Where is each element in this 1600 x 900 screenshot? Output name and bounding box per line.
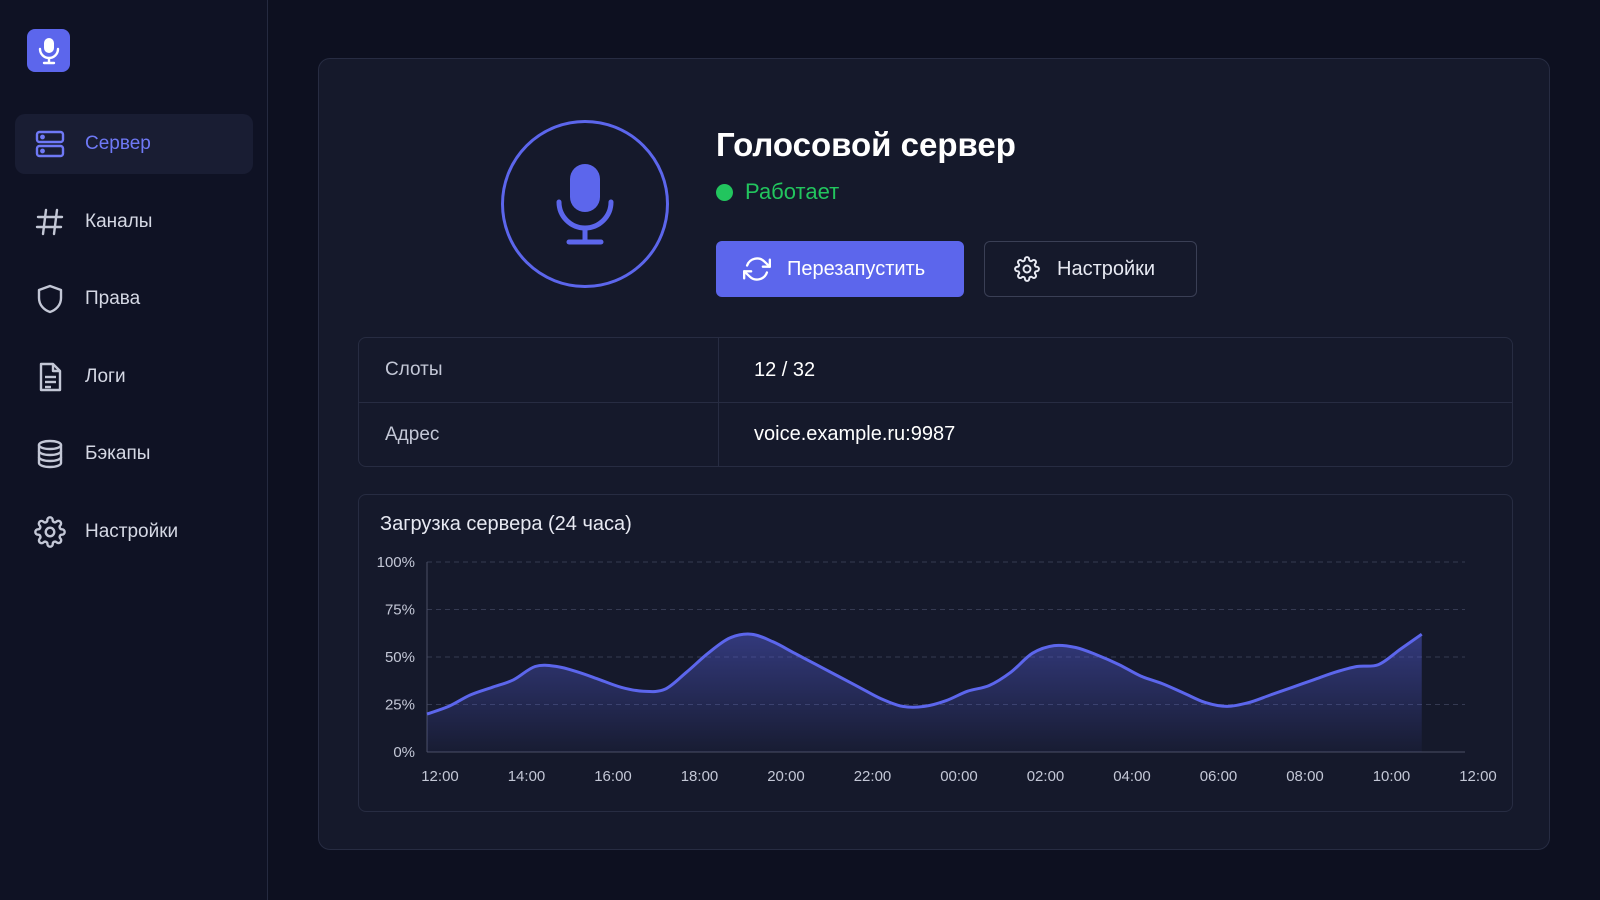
database-icon xyxy=(34,438,66,470)
page-title: Голосовой сервер xyxy=(716,126,1016,163)
x-tick-label: 02:00 xyxy=(1027,768,1065,785)
settings-label: Настройки xyxy=(1057,257,1156,280)
gear-icon xyxy=(34,515,66,548)
y-tick-label: 0% xyxy=(393,744,415,761)
sidebar-item-label: Настройки xyxy=(85,520,179,542)
info-row-address: Адрес voice.example.ru:9987 xyxy=(359,402,1512,466)
x-tick-label: 08:00 xyxy=(1286,768,1324,785)
sidebar: Сервер Каналы Права Логи Бэкапы Настройк… xyxy=(0,0,268,900)
x-tick-label: 20:00 xyxy=(767,768,805,785)
x-tick-label: 14:00 xyxy=(508,768,546,785)
gear-icon xyxy=(1013,255,1041,283)
server-icon xyxy=(34,128,66,160)
sidebar-item-label: Бэкапы xyxy=(85,443,151,464)
x-tick-label: 06:00 xyxy=(1200,768,1238,785)
x-tick-label: 18:00 xyxy=(681,768,719,785)
y-tick-label: 100% xyxy=(377,554,415,571)
sidebar-item-backups[interactable]: Бэкапы xyxy=(15,424,253,484)
sidebar-item-label: Права xyxy=(85,288,141,309)
sidebar-item-logs[interactable]: Логи xyxy=(15,347,253,407)
info-value: 12 / 32 xyxy=(754,358,816,381)
sidebar-item-settings[interactable]: Настройки xyxy=(15,502,253,562)
hash-icon xyxy=(34,206,66,238)
x-tick-label: 22:00 xyxy=(854,768,892,785)
server-panel: Голосовой сервер Работает Перезапустить … xyxy=(318,58,1550,850)
load-chart-card: Загрузка сервера (24 часа) 0% 25% 50% 75% 10… xyxy=(358,494,1513,812)
status-dot xyxy=(716,183,733,201)
app-logo[interactable] xyxy=(27,29,70,72)
x-tick-label: 04:00 xyxy=(1113,768,1151,785)
info-key: Слоты xyxy=(359,338,719,402)
server-info-table: Слоты 12 / 32 Адрес voice.example.ru:998… xyxy=(358,337,1513,467)
info-row-slots: Слоты 12 / 32 xyxy=(359,338,1512,402)
status-text: Работает xyxy=(745,179,840,204)
sidebar-item-channels[interactable]: Каналы xyxy=(15,192,253,252)
shield-icon xyxy=(34,283,66,315)
info-key: Адрес xyxy=(359,403,719,466)
load-chart: 0% 25% 50% 75% 100% 12:00 14:00 16:00 18:00 20:00… xyxy=(377,554,1497,785)
restart-label: Перезапустить xyxy=(787,257,926,280)
y-tick-label: 75% xyxy=(385,602,415,619)
x-tick-label: 10:00 xyxy=(1373,768,1411,785)
restart-button[interactable]: Перезапустить xyxy=(716,241,964,297)
server-avatar xyxy=(501,120,669,288)
y-tick-label: 50% xyxy=(385,649,415,666)
x-tick-label: 16:00 xyxy=(594,768,632,785)
document-icon xyxy=(34,361,66,393)
sidebar-item-server[interactable]: Сервер xyxy=(15,114,253,174)
microphone-icon xyxy=(38,37,59,64)
x-tick-label: 00:00 xyxy=(940,768,978,785)
sidebar-item-label: Логи xyxy=(85,365,126,387)
x-tick-label: 12:00 xyxy=(1459,768,1497,785)
sidebar-item-label: Сервер xyxy=(85,133,151,154)
settings-button[interactable]: Настройки xyxy=(984,241,1197,297)
y-tick-label: 25% xyxy=(385,697,415,714)
status-badge: Работает xyxy=(716,179,839,205)
x-tick-label: 12:00 xyxy=(421,768,459,785)
refresh-icon xyxy=(743,255,771,283)
microphone-icon xyxy=(556,164,614,245)
sidebar-nav: Сервер Каналы Права Логи Бэкапы Настройк… xyxy=(15,114,253,579)
info-value: voice.example.ru:9987 xyxy=(754,423,956,445)
sidebar-item-label: Каналы xyxy=(85,210,153,232)
sidebar-item-permissions[interactable]: Права xyxy=(15,269,253,329)
